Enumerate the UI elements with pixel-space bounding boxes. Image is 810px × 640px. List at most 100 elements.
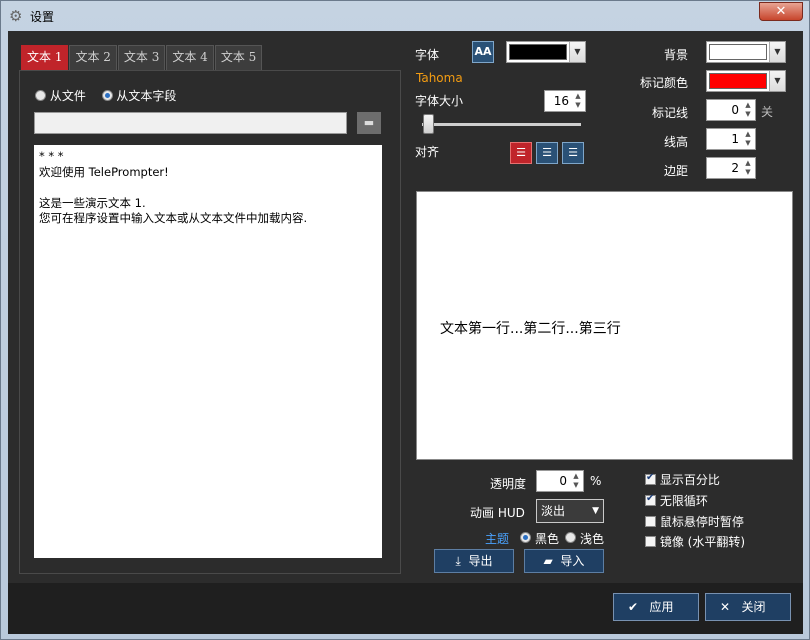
font-size-slider-thumb[interactable] — [423, 114, 434, 134]
settings-client-area: 文本 1 文本 2 文本 3 文本 4 文本 5 从文件 从文本字段 ▬ * *… — [8, 31, 803, 634]
theme-dark-label: 黑色 — [535, 532, 560, 546]
file-path-input[interactable] — [34, 112, 347, 134]
tab-text-1[interactable]: 文本 1 — [21, 45, 69, 70]
export-label: 导出 — [468, 554, 493, 568]
opacity-unit: % — [590, 474, 602, 488]
align-center-button[interactable]: ☰ — [536, 142, 558, 164]
background-color-swatch — [709, 44, 767, 60]
font-size-spinner[interactable]: 16 ▲ ▼ — [544, 90, 586, 112]
spinner-arrows-icon[interactable]: ▲ ▼ — [742, 130, 754, 148]
pause-on-hover-checkbox[interactable] — [645, 516, 656, 527]
theme-label: 主题 — [485, 532, 510, 546]
hud-label: 动画 HUD — [470, 506, 525, 520]
close-button[interactable]: ✕ 关闭 — [705, 593, 791, 621]
align-right-icon: ☰ — [568, 146, 578, 159]
infinite-loop-checkbox[interactable] — [645, 493, 656, 506]
marker-color-swatch — [709, 73, 767, 89]
font-picker-button[interactable]: AA — [472, 41, 494, 63]
chevron-down-icon: ▼ — [592, 506, 599, 516]
source-radio-group: 从文件 从文本字段 — [35, 87, 176, 104]
show-percent-label: 显示百分比 — [659, 473, 720, 487]
chevron-down-icon: ▼ — [769, 42, 785, 62]
title-bar: ⚙ 设置 ✕ — [1, 1, 809, 31]
preview-text: 文本第一行...第二行...第三行 — [440, 321, 621, 337]
theme-light-label: 浅色 — [580, 532, 605, 546]
mirror-row[interactable]: 镜像 (水平翻转) — [645, 533, 745, 550]
line-height-spinner[interactable]: 1 ▲ ▼ — [706, 128, 756, 150]
marker-line-spinner[interactable]: 0 ▲ ▼ — [706, 99, 756, 121]
align-left-icon: ☰ — [516, 146, 526, 159]
font-size-value: 16 — [553, 94, 569, 108]
opacity-value: 0 — [559, 474, 567, 488]
margin-label: 边距 — [664, 164, 689, 178]
marker-line-value: 0 — [731, 103, 739, 117]
show-percent-checkbox[interactable] — [645, 472, 656, 485]
import-button[interactable]: ▰ 导入 — [524, 549, 604, 573]
spinner-arrows-icon[interactable]: ▲ ▼ — [742, 101, 754, 119]
background-label: 背景 — [664, 48, 689, 62]
margin-value: 2 — [731, 161, 739, 175]
marker-color-combo[interactable]: ▼ — [706, 70, 786, 92]
text-content-editor[interactable]: * * * 欢迎使用 TelePrompter! 这是一些演示文本 1. 您可在… — [34, 145, 382, 558]
font-label: 字体 — [415, 48, 440, 62]
spinner-arrows-icon[interactable]: ▲ ▼ — [570, 472, 582, 490]
text-source-panel: 从文件 从文本字段 ▬ * * * 欢迎使用 TelePrompter! 这是一… — [19, 70, 401, 574]
font-aa-icon: AA — [474, 45, 492, 58]
opacity-label: 透明度 — [490, 477, 527, 491]
theme-light-radio[interactable] — [565, 532, 576, 543]
margin-spinner[interactable]: 2 ▲ ▼ — [706, 157, 756, 179]
font-color-swatch — [509, 44, 567, 60]
line-height-value: 1 — [731, 132, 739, 146]
gear-icon: ⚙ — [9, 7, 23, 25]
folder-open-icon: ▰ — [543, 554, 553, 568]
tab-text-4[interactable]: 文本 4 — [166, 45, 214, 70]
from-text-radio[interactable] — [101, 90, 113, 101]
font-name: Tahoma — [416, 71, 463, 85]
tab-text-3[interactable]: 文本 3 — [117, 45, 166, 70]
opacity-spinner[interactable]: 0 ▲ ▼ — [536, 470, 584, 492]
export-button[interactable]: ⤓ 导出 — [434, 549, 514, 573]
tab-text-2[interactable]: 文本 2 — [69, 45, 117, 70]
close-label: 关闭 — [741, 600, 766, 614]
spinner-arrows-icon[interactable]: ▲ ▼ — [572, 92, 584, 110]
font-size-label: 字体大小 — [415, 94, 464, 108]
align-label: 对齐 — [415, 145, 440, 159]
tab-text-5[interactable]: 文本 5 — [214, 45, 263, 70]
spinner-arrows-icon[interactable]: ▲ ▼ — [742, 159, 754, 177]
from-file-radio[interactable] — [35, 90, 46, 101]
apply-button[interactable]: ✔ 应用 — [613, 593, 699, 621]
align-left-button[interactable]: ☰ — [510, 142, 532, 164]
line-height-label: 线高 — [664, 135, 689, 149]
marker-line-label: 标记线 — [652, 106, 689, 120]
align-center-icon: ☰ — [542, 146, 552, 159]
show-percent-row[interactable]: 显示百分比 — [645, 471, 720, 488]
hud-animation-select[interactable]: 淡出 ▼ — [536, 499, 604, 523]
close-icon: ✕ — [720, 600, 731, 614]
settings-window: ⚙ 设置 ✕ 文本 1 文本 2 文本 3 文本 4 文本 5 从文件 从文本字… — [0, 0, 810, 640]
hud-value: 淡出 — [541, 504, 566, 518]
theme-dark-radio[interactable] — [520, 532, 531, 543]
marker-line-state: 关 — [761, 105, 774, 119]
folder-icon: ▬ — [363, 116, 375, 129]
close-window-button[interactable]: ✕ — [759, 2, 803, 21]
background-color-combo[interactable]: ▼ — [706, 41, 786, 63]
marker-color-label: 标记颜色 — [640, 76, 689, 90]
from-text-label: 从文本字段 — [116, 89, 177, 103]
download-icon: ⤓ — [455, 554, 461, 568]
text-tabs: 文本 1 文本 2 文本 3 文本 4 文本 5 — [21, 45, 263, 70]
import-label: 导入 — [560, 554, 585, 568]
check-icon: ✔ — [628, 600, 639, 614]
infinite-loop-row[interactable]: 无限循环 — [645, 492, 708, 509]
infinite-loop-label: 无限循环 — [659, 494, 708, 508]
pause-on-hover-row[interactable]: 鼠标悬停时暂停 — [645, 513, 744, 530]
font-size-slider-track[interactable] — [422, 123, 581, 126]
mirror-checkbox[interactable] — [645, 536, 656, 547]
mirror-label: 镜像 (水平翻转) — [659, 535, 746, 549]
browse-folder-button[interactable]: ▬ — [357, 112, 381, 134]
pause-on-hover-label: 鼠标悬停时暂停 — [659, 515, 744, 529]
align-right-button[interactable]: ☰ — [562, 142, 584, 164]
font-color-combo[interactable]: ▼ — [506, 41, 586, 63]
preview-panel: 文本第一行...第二行...第三行 — [416, 191, 793, 460]
chevron-down-icon: ▼ — [569, 42, 585, 62]
chevron-down-icon: ▼ — [769, 71, 785, 91]
